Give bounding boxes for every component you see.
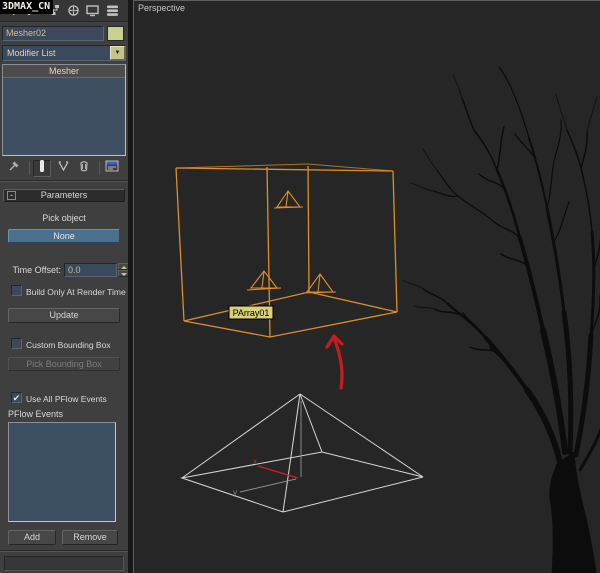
configure-modifier-sets-button[interactable] bbox=[103, 160, 121, 177]
remove-button[interactable]: Remove bbox=[62, 530, 118, 545]
utilities-icon bbox=[106, 4, 120, 17]
axis-x-label: x bbox=[253, 457, 257, 466]
viewport-label[interactable]: Perspective bbox=[138, 3, 185, 13]
triangle-up-icon bbox=[121, 266, 127, 269]
build-only-label: Build Only At Render Time bbox=[26, 287, 126, 297]
viewport-perspective[interactable]: PArray01 x y bbox=[133, 0, 600, 573]
pick-bounding-box-button: Pick Bounding Box bbox=[8, 357, 120, 371]
axis-x-line bbox=[258, 466, 298, 478]
chevron-down-icon[interactable]: ▼ bbox=[110, 46, 125, 60]
pflow-events-list[interactable] bbox=[8, 422, 116, 522]
parray-emitter-box[interactable] bbox=[176, 164, 397, 337]
panel-divider bbox=[0, 550, 128, 552]
triangle-down-icon bbox=[121, 273, 127, 276]
custom-bounding-box-checkbox[interactable] bbox=[11, 338, 22, 349]
remove-modifier-icon bbox=[78, 159, 90, 177]
tree-mesh[interactable] bbox=[403, 67, 600, 573]
check-icon: ✔ bbox=[13, 393, 21, 403]
pick-object-none-button[interactable]: None bbox=[8, 229, 120, 243]
particle-tetrahedra[interactable] bbox=[247, 191, 336, 293]
add-button[interactable]: Add bbox=[8, 530, 56, 545]
toolbar-separator bbox=[29, 161, 30, 175]
pflow-events-label: PFlow Events bbox=[8, 409, 63, 419]
modifier-stack-list[interactable]: Mesher bbox=[2, 64, 126, 156]
custom-bounding-box-label: Custom Bounding Box bbox=[26, 340, 111, 350]
parameters-rollout-header[interactable]: - Parameters bbox=[3, 189, 125, 202]
motion-icon bbox=[67, 4, 80, 17]
particle-tetra-1[interactable] bbox=[274, 191, 303, 208]
modifier-stack-item-mesher[interactable]: Mesher bbox=[3, 65, 125, 78]
configure-modifier-sets-icon bbox=[105, 159, 119, 177]
axis-gizmo: x y bbox=[233, 401, 301, 497]
remove-modifier-button[interactable] bbox=[75, 160, 93, 177]
pin-stack-button[interactable] bbox=[5, 160, 23, 177]
object-color-swatch[interactable] bbox=[107, 26, 124, 41]
pin-stack-icon bbox=[8, 159, 21, 177]
particle-tetra-3[interactable] bbox=[303, 274, 336, 293]
modifier-list-dropdown[interactable]: Modifier List ▼ bbox=[2, 45, 126, 61]
axis-y-label: y bbox=[233, 488, 237, 497]
empty-rollout-strip bbox=[4, 556, 124, 571]
particle-tetra-2[interactable] bbox=[247, 271, 281, 290]
time-offset-label: Time Offset: bbox=[0, 265, 61, 275]
parray-object-label: PArray01 bbox=[229, 306, 273, 319]
show-end-result-button[interactable] bbox=[33, 160, 51, 177]
rollout-title: Parameters bbox=[41, 190, 88, 200]
command-panel: Mesher02 Modifier List ▼ Mesher bbox=[0, 0, 128, 573]
use-all-pflow-checkbox[interactable]: ✔ bbox=[11, 392, 22, 403]
application-window: Mesher02 Modifier List ▼ Mesher bbox=[0, 0, 600, 573]
object-name-input[interactable]: Mesher02 bbox=[2, 26, 104, 41]
red-annotation-arrow bbox=[327, 336, 342, 388]
tab-utilities[interactable] bbox=[103, 2, 123, 20]
tab-motion[interactable] bbox=[63, 2, 83, 20]
update-button[interactable]: Update bbox=[8, 308, 120, 323]
make-unique-button[interactable] bbox=[54, 160, 72, 177]
toolbar-separator bbox=[99, 161, 100, 175]
collapse-rollout-icon[interactable]: - bbox=[7, 191, 16, 200]
svg-text:PArray01: PArray01 bbox=[233, 308, 270, 318]
display-icon bbox=[86, 4, 100, 17]
modifier-stack-toolbar bbox=[0, 158, 128, 178]
build-only-checkbox[interactable] bbox=[11, 285, 22, 296]
pyramid-wireframe[interactable] bbox=[182, 394, 423, 512]
tab-display[interactable] bbox=[83, 2, 103, 20]
pick-object-label: Pick object bbox=[0, 213, 128, 223]
modifier-list-label: Modifier List bbox=[7, 47, 56, 60]
axis-y-line bbox=[240, 479, 296, 492]
viewport-scene: PArray01 x y bbox=[134, 1, 600, 573]
make-unique-icon bbox=[57, 159, 70, 177]
use-all-pflow-label: Use All PFlow Events bbox=[26, 394, 107, 404]
show-end-result-icon bbox=[38, 159, 46, 178]
panel-divider bbox=[0, 180, 128, 182]
watermark-text: 3DMAX_CN bbox=[0, 0, 53, 14]
time-offset-input[interactable]: 0.0 bbox=[64, 263, 117, 277]
